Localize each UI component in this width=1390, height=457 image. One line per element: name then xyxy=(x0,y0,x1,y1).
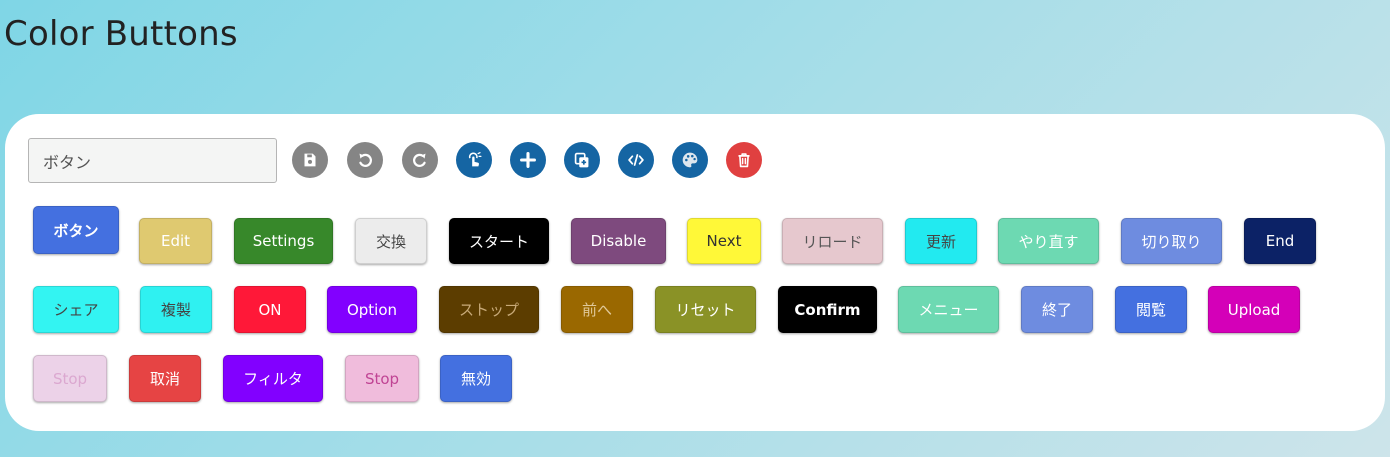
undo-icon xyxy=(359,153,372,167)
color-button[interactable]: 取消 xyxy=(129,355,201,402)
color-button[interactable]: 交換 xyxy=(355,218,427,264)
save-button[interactable] xyxy=(292,142,328,178)
palette-icon xyxy=(682,152,698,168)
add-button[interactable] xyxy=(510,142,546,178)
color-button[interactable]: 複製 xyxy=(140,286,212,333)
color-button[interactable]: ボタン xyxy=(33,206,119,254)
color-button[interactable]: Stop xyxy=(33,355,107,402)
color-button[interactable]: Option xyxy=(327,286,417,333)
color-button[interactable]: End xyxy=(1244,218,1316,264)
color-button[interactable]: Settings xyxy=(234,218,333,264)
undo-button[interactable] xyxy=(347,142,383,178)
color-button[interactable]: Confirm xyxy=(778,286,877,333)
color-button[interactable]: やり直す xyxy=(998,218,1099,264)
color-button[interactable]: 終了 xyxy=(1021,286,1093,333)
color-button[interactable]: シェア xyxy=(33,286,119,333)
code-icon xyxy=(628,154,644,166)
color-button[interactable]: 更新 xyxy=(905,218,977,264)
color-button[interactable]: メニュー xyxy=(898,286,999,333)
color-button[interactable]: 前へ xyxy=(561,286,633,333)
color-button[interactable]: スタート xyxy=(449,218,549,264)
color-button[interactable]: Edit xyxy=(139,218,212,264)
button-text-input[interactable] xyxy=(28,138,277,183)
redo-icon xyxy=(413,153,426,167)
save-icon xyxy=(304,153,316,167)
color-button[interactable]: ON xyxy=(234,286,306,333)
add-copy-icon xyxy=(574,152,589,168)
color-button[interactable]: ストップ xyxy=(439,286,539,333)
color-button[interactable]: 閲覧 xyxy=(1115,286,1187,333)
delete-button[interactable] xyxy=(726,142,762,178)
color-button[interactable]: Stop xyxy=(345,355,419,402)
color-button[interactable]: リロード xyxy=(782,218,883,264)
touch-icon xyxy=(468,152,482,167)
redo-button[interactable] xyxy=(402,142,438,178)
color-button[interactable]: 無効 xyxy=(440,355,512,402)
color-button[interactable]: Next xyxy=(687,218,761,264)
color-button[interactable]: Upload xyxy=(1208,286,1300,333)
touch-button[interactable] xyxy=(456,142,492,178)
color-button[interactable]: 切り取り xyxy=(1121,218,1222,264)
add-copy-button[interactable] xyxy=(564,142,600,178)
trash-icon xyxy=(738,153,750,168)
palette-button[interactable] xyxy=(672,142,708,178)
color-button[interactable]: フィルタ xyxy=(223,355,323,402)
plus-icon xyxy=(520,152,536,168)
color-button[interactable]: Disable xyxy=(571,218,666,264)
code-button[interactable] xyxy=(618,142,654,178)
color-button[interactable]: リセット xyxy=(655,286,756,333)
page-title: Color Buttons xyxy=(4,14,238,54)
